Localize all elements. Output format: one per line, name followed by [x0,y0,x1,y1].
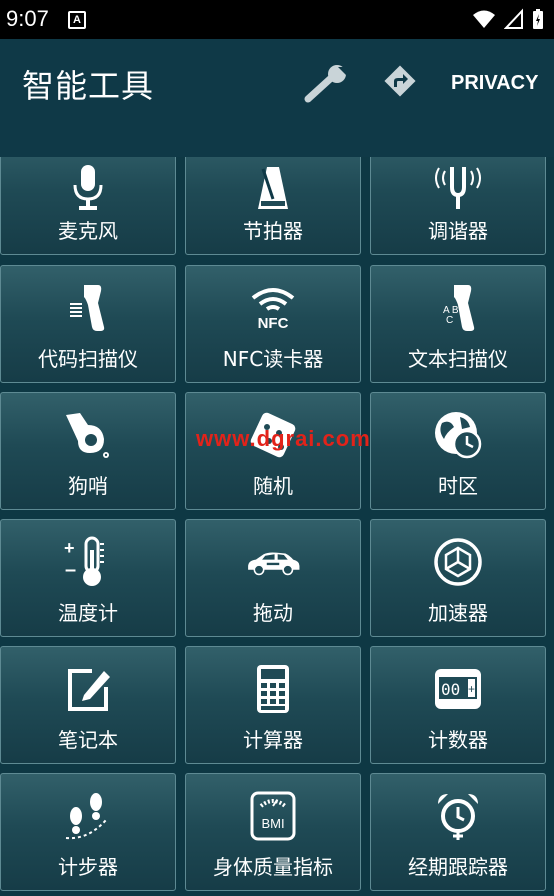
share-icon[interactable] [382,63,418,99]
tool-label: 笔记本 [58,728,118,752]
tool-label: 麦克风 [58,219,118,243]
tools-grid: 麦克风 节拍器 调谐器 代码扫描仪 NFC NFC读卡器 A BC 文本扫描仪 [0,157,554,896]
battery-icon [533,9,543,29]
tool-label: 计步器 [58,855,118,879]
tool-metronome[interactable]: 节拍器 [185,157,361,255]
tool-tuner[interactable]: 调谐器 [370,157,546,255]
status-icons [472,8,544,30]
tool-label: NFC读卡器 [222,347,324,371]
tool-text-scanner[interactable]: A BC 文本扫描仪 [370,265,546,383]
tool-label: 身体质量指标 [213,855,333,879]
tool-label: 狗哨 [68,474,108,498]
notification-icon: A [68,11,86,29]
tool-label: 温度计 [58,601,118,625]
alarm-clock-icon [430,788,486,844]
bmi-scale-icon: BMI [245,788,301,844]
metronome-icon [245,160,301,216]
tool-label: 时区 [438,474,478,498]
tool-dog-whistle[interactable]: 狗哨 [0,392,176,510]
footsteps-icon [60,788,116,844]
tool-period-tracker[interactable]: 经期跟踪器 [370,773,546,891]
barcode-scanner-icon [60,280,116,336]
tool-label: 加速器 [428,601,488,625]
svg-text:+: + [468,682,475,696]
wrench-icon[interactable] [304,63,352,103]
tool-pedometer[interactable]: 计步器 [0,773,176,891]
tool-thermometer[interactable]: + – 温度计 [0,519,176,637]
tool-label: 计算器 [243,728,303,752]
wifi-icon [473,10,495,28]
tool-label: 代码扫描仪 [38,347,138,371]
tool-label: 文本扫描仪 [408,347,508,371]
svg-text:+: + [64,538,75,558]
tool-calculator[interactable]: 计算器 [185,646,361,764]
tool-label: 计数器 [428,728,488,752]
accelerometer-icon [430,534,486,590]
bmi-text: BMI [261,816,284,831]
tool-drag[interactable]: 拖动 [185,519,361,637]
microphone-icon [60,160,116,216]
tool-accelerometer[interactable]: 加速器 [370,519,546,637]
app-title: 智能工具 [22,67,155,105]
status-bar: 9:07 A [0,0,554,39]
tool-label: 调谐器 [428,219,488,243]
privacy-button[interactable]: PRIVACY [451,72,538,95]
thermometer-icon: + – [60,534,116,590]
watermark: www.dgrai.com [196,426,371,451]
calculator-icon [245,661,301,717]
counter-display: 00 [441,680,460,699]
tool-label: 节拍器 [243,219,303,243]
nfc-icon: NFC [245,280,301,336]
tool-microphone[interactable]: 麦克风 [0,157,176,255]
car-icon [245,534,301,590]
nfc-text: NFC [258,315,289,332]
tool-code-scanner[interactable]: 代码扫描仪 [0,265,176,383]
tool-counter[interactable]: 00 + 计数器 [370,646,546,764]
tool-label: 经期跟踪器 [408,855,508,879]
globe-clock-icon [430,407,486,463]
text-scanner-icon: A BC [430,280,486,336]
counter-icon: 00 + [430,661,486,717]
tool-nfc-reader[interactable]: NFC NFC读卡器 [185,265,361,383]
svg-text:C: C [446,315,453,326]
tool-notepad[interactable]: 笔记本 [0,646,176,764]
tool-bmi[interactable]: BMI 身体质量指标 [185,773,361,891]
signal-icon [504,8,523,29]
status-time: 9:07 [6,6,49,31]
whistle-icon [60,407,116,463]
tool-label: 拖动 [253,601,293,625]
app-bar: 智能工具 PRIVACY [0,39,554,157]
tool-timezone[interactable]: 时区 [370,392,546,510]
tool-label: 随机 [253,474,293,498]
svg-text:–: – [65,559,76,581]
tuning-fork-icon [430,160,486,216]
notepad-icon [60,661,116,717]
